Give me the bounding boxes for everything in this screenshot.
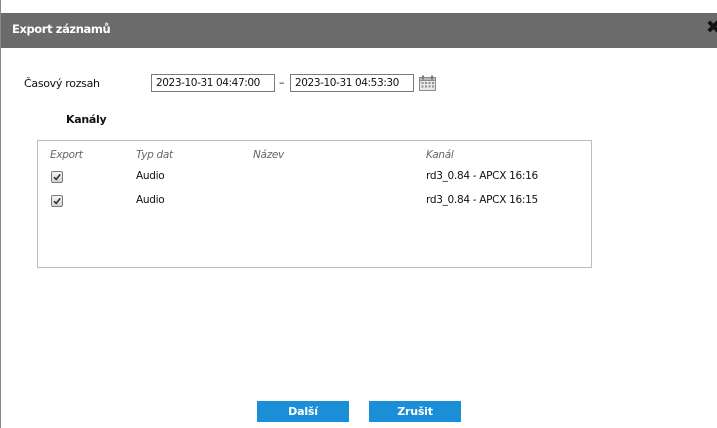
close-icon[interactable]: ✖ <box>706 19 717 37</box>
column-header-export[interactable]: Export <box>50 149 83 161</box>
column-header-type[interactable]: Typ dat <box>136 149 173 161</box>
next-button[interactable]: Další <box>257 401 349 422</box>
channels-table: Export Typ dat Název Kanál Audio rd3_0.8… <box>37 140 592 268</box>
time-range-label: Časový rozsah <box>24 77 100 90</box>
dialog-titlebar: Export záznamů ✖ <box>1 13 717 48</box>
date-from-input[interactable]: 2023-10-31 04:47:00 <box>151 74 275 92</box>
date-to-input[interactable]: 2023-10-31 04:53:30 <box>290 74 414 92</box>
export-checkbox[interactable] <box>51 195 63 207</box>
row-type: Audio <box>136 170 165 182</box>
range-separator: – <box>279 76 285 89</box>
calendar-icon[interactable] <box>419 75 436 91</box>
row-channel: rd3_0.84 - APCX 16:15 <box>426 194 538 206</box>
column-header-name[interactable]: Název <box>253 149 284 161</box>
channels-label: Kanály <box>66 113 107 126</box>
export-checkbox[interactable] <box>51 171 63 183</box>
dialog-title: Export záznamů <box>12 22 111 36</box>
row-channel: rd3_0.84 - APCX 16:16 <box>426 170 538 182</box>
export-dialog: Export záznamů ✖ Časový rozsah 2023-10-3… <box>0 0 717 428</box>
cancel-button[interactable]: Zrušit <box>369 401 461 422</box>
column-header-channel[interactable]: Kanál <box>426 149 454 161</box>
row-type: Audio <box>136 194 165 206</box>
